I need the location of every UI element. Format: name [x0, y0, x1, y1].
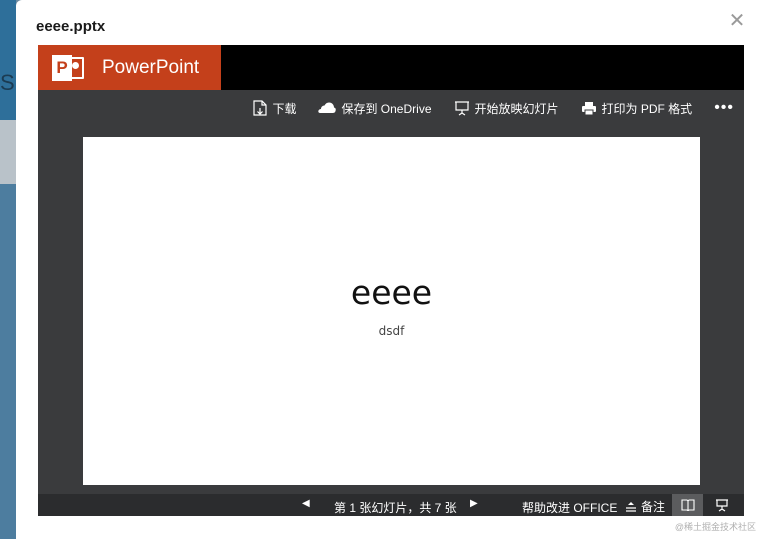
print-pdf-button[interactable]: 打印为 PDF 格式 — [581, 100, 693, 117]
background-app-panel — [0, 184, 16, 539]
dialog-title: eeee.pptx — [36, 18, 106, 35]
help-improve-office-link[interactable]: 帮助改进 OFFICE — [522, 499, 617, 516]
print-pdf-label: 打印为 PDF 格式 — [601, 101, 693, 116]
projector-screen-icon — [454, 101, 469, 116]
book-icon — [680, 499, 695, 511]
background-app-panel — [0, 120, 16, 184]
background-app-panel — [0, 0, 16, 120]
preview-dialog: eeee.pptx ✕ P PowerPoint 下载 保存到 OneDrive… — [16, 0, 762, 539]
notes-toggle-icon — [626, 501, 636, 512]
brand-bar: P PowerPoint — [38, 45, 744, 90]
slide-subtitle: dsdf — [378, 324, 405, 338]
powerpoint-brand: P PowerPoint — [38, 45, 221, 90]
reading-view-button[interactable] — [672, 494, 703, 516]
save-to-onedrive-button[interactable]: 保存到 OneDrive — [318, 100, 432, 117]
powerpoint-logo-icon: P — [52, 54, 86, 81]
printer-icon — [581, 101, 596, 115]
notes-button[interactable]: 备注 — [626, 498, 665, 515]
status-bar: ◀ 第 1 张幻灯片，共 7 张 ▶ 帮助改进 OFFICE 备注 — [38, 494, 744, 516]
powerpoint-viewer: P PowerPoint 下载 保存到 OneDrive 开始放映幻灯片 打印为… — [38, 45, 744, 516]
cloud-icon — [318, 102, 337, 113]
next-slide-button[interactable]: ▶ — [470, 498, 478, 509]
slide-counter: 第 1 张幻灯片，共 7 张 — [334, 501, 457, 515]
download-button[interactable]: 下载 — [253, 100, 296, 117]
viewer-toolbar: 下载 保存到 OneDrive 开始放映幻灯片 打印为 PDF 格式 ••• — [38, 90, 744, 126]
background-app-text: S — [0, 70, 15, 95]
close-icon[interactable]: ✕ — [728, 11, 746, 31]
download-label: 下载 — [272, 101, 297, 116]
slide-title: eeee — [350, 273, 433, 312]
notes-label: 备注 — [641, 500, 666, 514]
more-options-button[interactable]: ••• — [714, 100, 734, 116]
previous-slide-button[interactable]: ◀ — [302, 498, 310, 509]
slideshow-view-button[interactable] — [708, 494, 736, 516]
start-slideshow-label: 开始放映幻灯片 — [474, 101, 559, 116]
slide-canvas: eeee dsdf — [83, 137, 700, 485]
start-slideshow-button[interactable]: 开始放映幻灯片 — [454, 100, 559, 117]
save-to-onedrive-label: 保存到 OneDrive — [341, 101, 432, 116]
projector-screen-icon — [716, 499, 728, 512]
watermark: @稀土掘金技术社区 — [674, 522, 756, 532]
download-icon — [253, 100, 268, 116]
brand-name: PowerPoint — [102, 56, 200, 78]
